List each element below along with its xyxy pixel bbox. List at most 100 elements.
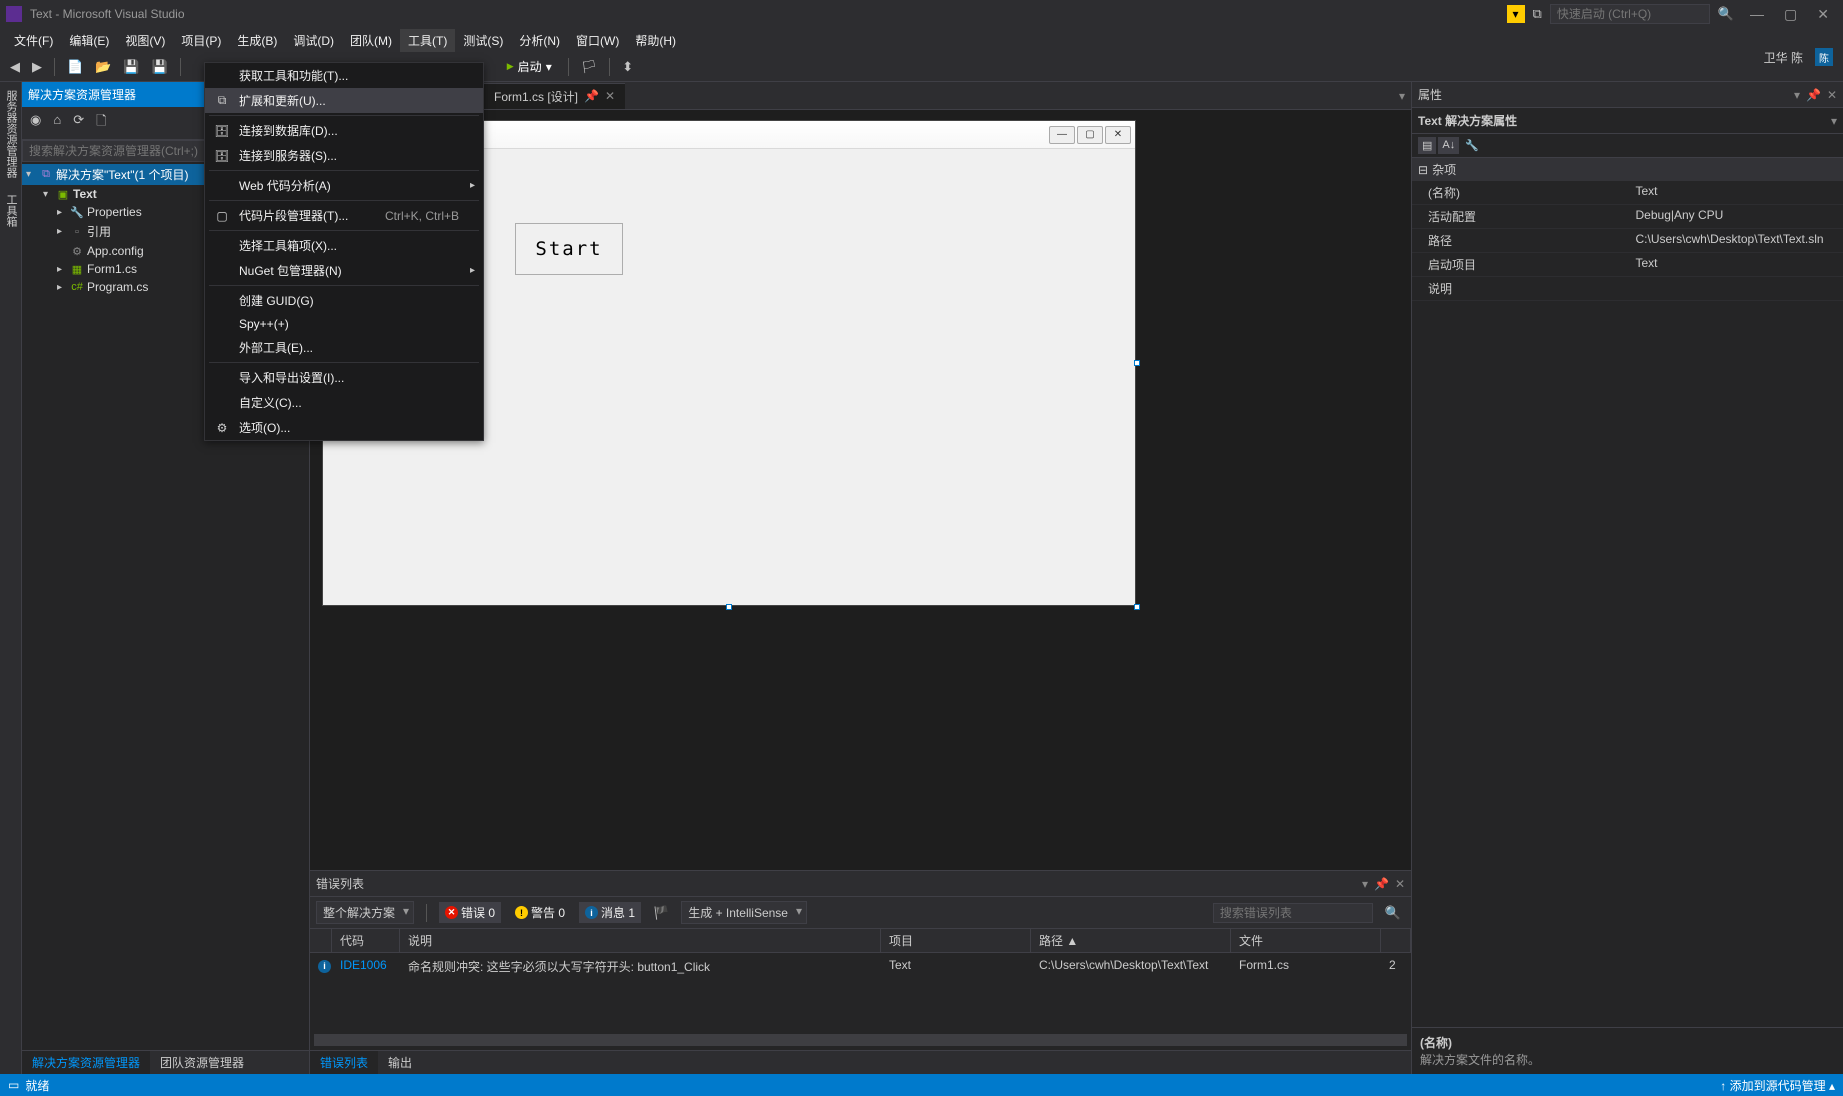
menu-snippet-manager[interactable]: ▢代码片段管理器(T)...Ctrl+K, Ctrl+B	[205, 203, 483, 228]
panel-pin-icon[interactable]: 📌	[1374, 877, 1389, 891]
quick-launch-input[interactable]	[1550, 4, 1710, 24]
filter-errors-button[interactable]: ✕错误 0	[439, 902, 501, 923]
prop-row-desc[interactable]: 说明	[1412, 277, 1843, 301]
tab-team-explorer[interactable]: 团队资源管理器	[150, 1051, 254, 1074]
pin-icon[interactable]: 📌	[584, 89, 599, 103]
col-code[interactable]: 代码	[332, 929, 400, 952]
alphabetical-icon[interactable]: A↓	[1438, 137, 1459, 154]
menu-nuget[interactable]: NuGet 包管理器(N)	[205, 258, 483, 283]
menu-connect-server[interactable]: 🗄连接到服务器(S)...	[205, 143, 483, 168]
feedback-icon[interactable]: ⧉	[1529, 4, 1546, 24]
menu-options[interactable]: ⚙选项(O)...	[205, 415, 483, 440]
menu-get-tools[interactable]: 获取工具和功能(T)...	[205, 63, 483, 88]
resize-handle-icon[interactable]	[1134, 604, 1140, 610]
prop-category-misc[interactable]: ⊟杂项	[1412, 158, 1843, 181]
prop-row-activecfg[interactable]: 活动配置Debug|Any CPU	[1412, 205, 1843, 229]
menu-customize[interactable]: 自定义(C)...	[205, 390, 483, 415]
user-name[interactable]: 卫华 陈	[1764, 49, 1803, 66]
align-icon[interactable]: ⬍	[618, 57, 637, 77]
toolbar-icon[interactable]: 🏳	[577, 57, 602, 77]
menu-file[interactable]: 文件(F)	[6, 29, 61, 52]
menu-view[interactable]: 视图(V)	[117, 29, 173, 52]
user-flag-icon[interactable]: 陈	[1815, 48, 1833, 66]
error-list-header: 错误列表 ▾ 📌 ✕	[310, 871, 1411, 897]
minimize-button[interactable]: —	[1742, 6, 1772, 22]
panel-close-icon[interactable]: ✕	[1827, 88, 1837, 102]
col-path[interactable]: 路径 ▲	[1031, 929, 1231, 952]
sol-sync-icon[interactable]: ⟳	[69, 110, 88, 136]
menu-choose-toolbox[interactable]: 选择工具箱项(X)...	[205, 233, 483, 258]
menu-test[interactable]: 测试(S)	[455, 29, 511, 52]
menu-analyze[interactable]: 分析(N)	[511, 29, 568, 52]
save-button[interactable]: 💾	[119, 57, 143, 77]
sol-back-icon[interactable]: ◉	[26, 110, 45, 136]
menu-web-analysis[interactable]: Web 代码分析(A)	[205, 173, 483, 198]
menu-bar: 文件(F) 编辑(E) 视图(V) 项目(P) 生成(B) 调试(D) 团队(M…	[0, 28, 1843, 52]
menu-project[interactable]: 项目(P)	[173, 29, 229, 52]
filter-icon[interactable]: 🏴	[649, 903, 673, 923]
start-debug-button[interactable]: 启动 ▾	[499, 56, 560, 77]
tab-output[interactable]: 输出	[378, 1051, 422, 1074]
close-button[interactable]: ✕	[1809, 6, 1837, 23]
doc-tab-form1[interactable]: Form1.cs [设计] 📌 ✕	[484, 83, 625, 109]
menu-spypp[interactable]: Spy++(+)	[205, 313, 483, 335]
filter-messages-button[interactable]: i消息 1	[579, 902, 641, 923]
menu-window[interactable]: 窗口(W)	[568, 29, 627, 52]
horizontal-scrollbar[interactable]	[314, 1034, 1407, 1046]
new-project-button[interactable]: 📄	[63, 57, 87, 77]
form-close-icon: ✕	[1105, 126, 1131, 144]
menu-import-export[interactable]: 导入和导出设置(I)...	[205, 365, 483, 390]
menu-create-guid[interactable]: 创建 GUID(G)	[205, 288, 483, 313]
nav-back-button[interactable]: ◀	[6, 57, 24, 77]
window-title: Text - Microsoft Visual Studio	[30, 7, 185, 21]
menu-help[interactable]: 帮助(H)	[627, 29, 684, 52]
form-start-button[interactable]: Start	[515, 223, 623, 275]
tabs-dropdown-icon[interactable]: ▾	[1399, 89, 1405, 103]
save-all-button[interactable]: 💾	[148, 57, 172, 77]
toolbox-tab[interactable]: 工具箱	[0, 186, 21, 235]
filter-warnings-button[interactable]: !警告 0	[509, 902, 571, 923]
build-intellisense-combo[interactable]: 生成 + IntelliSense	[681, 901, 807, 924]
sol-showall-icon[interactable]: 🗋	[92, 110, 110, 136]
server-explorer-tab[interactable]: 服务器资源管理器	[0, 82, 21, 186]
resize-handle-icon[interactable]	[726, 604, 732, 610]
menu-external-tools[interactable]: 外部工具(E)...	[205, 335, 483, 360]
menu-build[interactable]: 生成(B)	[229, 29, 285, 52]
panel-close-icon[interactable]: ✕	[1395, 877, 1405, 891]
open-button[interactable]: 📂	[91, 57, 115, 77]
menu-debug[interactable]: 调试(D)	[285, 29, 342, 52]
tab-errorlist[interactable]: 错误列表	[310, 1051, 378, 1074]
sol-home-icon[interactable]: ⌂	[49, 110, 65, 136]
menu-tools[interactable]: 工具(T)	[400, 29, 455, 52]
col-desc[interactable]: 说明	[400, 929, 881, 952]
maximize-button[interactable]: ▢	[1776, 6, 1805, 23]
panel-pin-icon[interactable]: 📌	[1806, 88, 1821, 102]
form-max-icon: ▢	[1077, 126, 1103, 144]
error-search-input[interactable]	[1213, 903, 1373, 923]
menu-extensions[interactable]: ⧉扩展和更新(U)...	[205, 88, 483, 113]
menu-connect-db[interactable]: 🗄连接到数据库(D)...	[205, 118, 483, 143]
col-project[interactable]: 项目	[881, 929, 1031, 952]
property-pages-icon[interactable]: 🔧	[1461, 137, 1483, 154]
panel-dropdown-icon[interactable]: ▾	[1362, 877, 1368, 891]
property-object-selector[interactable]: Text 解决方案属性 ▾	[1412, 108, 1843, 134]
error-row[interactable]: i IDE1006 命名规则冲突: 这些字必须以大写字符开头: button1_…	[310, 953, 1411, 980]
prop-row-startup[interactable]: 启动项目Text	[1412, 253, 1843, 277]
nav-fwd-button[interactable]: ▶	[28, 57, 46, 77]
add-source-control-button[interactable]: ↑ 添加到源代码管理 ▴	[1720, 1077, 1835, 1094]
col-file[interactable]: 文件	[1231, 929, 1381, 952]
categorized-icon[interactable]: ▤	[1418, 137, 1436, 154]
prop-row-name[interactable]: (名称)Text	[1412, 181, 1843, 205]
tab-solution-explorer[interactable]: 解决方案资源管理器	[22, 1051, 150, 1074]
close-tab-icon[interactable]: ✕	[605, 89, 615, 103]
notification-icon[interactable]: ▾	[1507, 5, 1525, 23]
panel-dropdown-icon[interactable]: ▾	[1794, 88, 1800, 102]
menu-edit[interactable]: 编辑(E)	[61, 29, 117, 52]
error-scope-combo[interactable]: 整个解决方案	[316, 901, 414, 924]
resize-handle-icon[interactable]	[1134, 360, 1140, 366]
menu-team[interactable]: 团队(M)	[342, 29, 400, 52]
error-code-link[interactable]: IDE1006	[332, 956, 400, 977]
prop-row-path[interactable]: 路径C:\Users\cwh\Desktop\Text\Text.sln	[1412, 229, 1843, 253]
search-icon[interactable]: 🔍	[1381, 903, 1405, 923]
search-icon[interactable]: 🔍	[1714, 4, 1738, 24]
